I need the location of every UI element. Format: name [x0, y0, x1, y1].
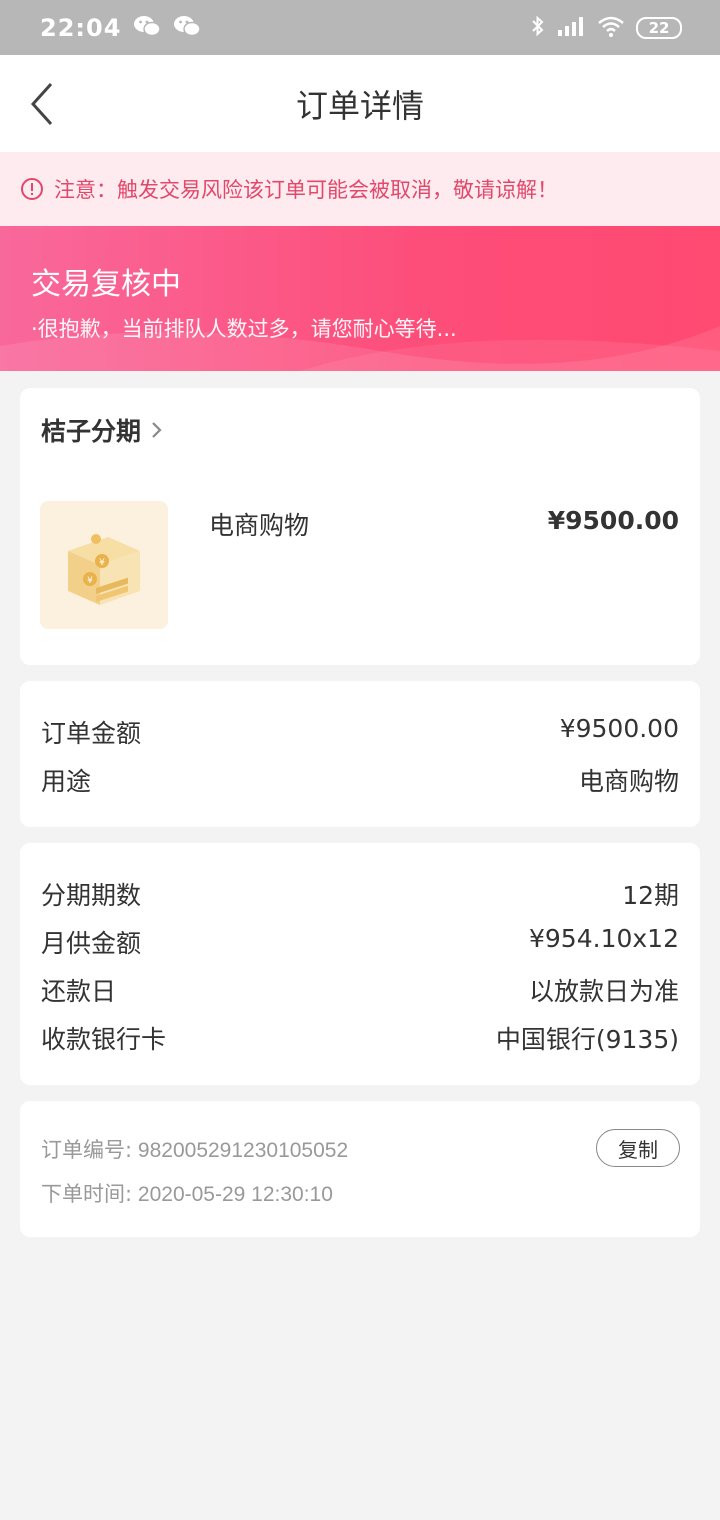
product-card: 桔子分期 ¥ ¥ 电商购物 ¥9500.00 — [20, 388, 700, 665]
merchant-link[interactable]: 桔子分期 — [41, 412, 163, 448]
status-bar: 22:04 22 — [0, 0, 720, 55]
svg-text:¥: ¥ — [99, 558, 105, 568]
row-value: ¥954.10x12 — [529, 924, 679, 953]
order-amount-card: 订单金额 ¥9500.00 用途 电商购物 — [20, 681, 700, 827]
wechat-icon — [173, 14, 202, 42]
detail-row: 还款日 以放款日为准 — [41, 972, 679, 1008]
page-title: 订单详情 — [295, 86, 424, 125]
merchant-name: 桔子分期 — [41, 417, 142, 446]
battery-indicator: 22 — [636, 16, 682, 39]
order-status-subtitle: ·很抱歉，当前排队人数过多，请您耐心等待... — [31, 317, 457, 341]
detail-row: 订单金额 ¥9500.00 — [41, 714, 679, 750]
status-left: 22:04 — [40, 13, 202, 42]
signal-icon — [556, 14, 586, 42]
product-name: 电商购物 — [209, 511, 310, 540]
status-right: 22 — [530, 14, 682, 42]
row-label: 还款日 — [41, 977, 117, 1006]
row-value: 中国银行(9135) — [495, 1025, 679, 1054]
warning-text: 注意：触发交易风险该订单可能会被取消，敬请谅解！ — [54, 178, 558, 202]
bluetooth-icon — [530, 14, 546, 42]
chevron-right-icon — [151, 420, 163, 440]
order-time-line: 下单时间: 2020-05-29 12:30:10 — [41, 1178, 333, 1208]
alert-icon — [20, 177, 44, 201]
order-number: 982005291230105052 — [137, 1139, 349, 1162]
order-time: 2020-05-29 12:30:10 — [137, 1183, 333, 1206]
product-price: ¥9500.00 — [547, 506, 679, 535]
order-number-label: 订单编号: — [41, 1138, 133, 1162]
order-number-line: 订单编号: 982005291230105052 — [41, 1134, 348, 1164]
risk-warning-bar: 注意：触发交易风险该订单可能会被取消，敬请谅解！ — [0, 152, 720, 226]
order-info-card: 订单编号: 982005291230105052 下单时间: 2020-05-2… — [20, 1101, 700, 1237]
status-time: 22:04 — [40, 13, 122, 42]
detail-row: 收款银行卡 中国银行(9135) — [41, 1020, 679, 1056]
row-label: 月供金额 — [41, 929, 142, 958]
svg-text:¥: ¥ — [87, 576, 93, 586]
product-image: ¥ ¥ — [40, 501, 168, 629]
back-button[interactable] — [22, 79, 62, 129]
coin-box-icon: ¥ ¥ — [68, 534, 140, 605]
row-label: 用途 — [41, 767, 92, 796]
wechat-icon — [133, 14, 162, 42]
order-time-label: 下单时间: — [41, 1182, 133, 1206]
nav-bar: 订单详情 — [0, 55, 720, 152]
order-status-banner: 交易复核中 ·很抱歉，当前排队人数过多，请您耐心等待... — [0, 226, 720, 371]
row-value: 12期 — [622, 881, 679, 910]
chevron-left-icon — [30, 82, 53, 126]
detail-row: 月供金额 ¥954.10x12 — [41, 924, 679, 960]
wifi-icon — [596, 14, 626, 42]
order-status-title: 交易复核中 — [31, 267, 181, 302]
detail-row: 分期期数 12期 — [41, 876, 679, 912]
row-value: 电商购物 — [578, 767, 679, 796]
installment-card: 分期期数 12期 月供金额 ¥954.10x12 还款日 以放款日为准 收款银行… — [20, 843, 700, 1085]
row-label: 收款银行卡 — [41, 1025, 167, 1054]
row-value: 以放款日为准 — [528, 977, 679, 1006]
row-label: 订单金额 — [41, 719, 142, 748]
row-label: 分期期数 — [41, 881, 142, 910]
detail-row: 用途 电商购物 — [41, 762, 679, 798]
copy-button[interactable]: 复制 — [596, 1129, 680, 1167]
row-value: ¥9500.00 — [559, 714, 679, 743]
